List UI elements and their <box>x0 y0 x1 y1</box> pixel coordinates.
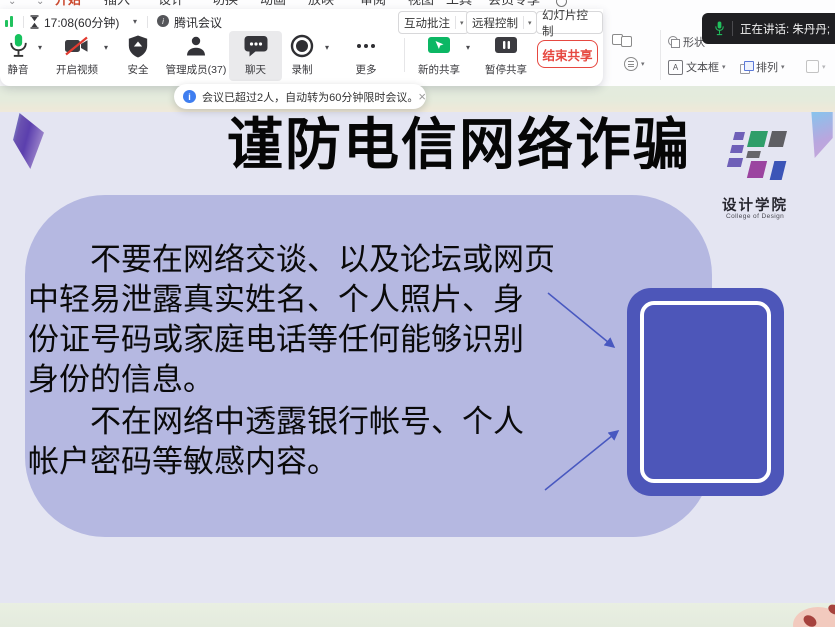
logo-text-cn: 设计学院 <box>722 194 788 215</box>
network-signal-icon <box>5 16 13 27</box>
slide-layout-button[interactable]: ▾ <box>806 60 826 73</box>
tab-insert[interactable]: 插入 <box>104 0 130 9</box>
chevron-down-icon[interactable]: ⌄ <box>8 0 16 9</box>
toolbar-divider <box>404 38 405 72</box>
screen: ⌄ ⌄ 开始 插入 设计 切换 动画 放映 审阅 视图 工具 会员专享 ▾ 形状 <box>0 0 835 627</box>
app-name: 腾讯会议 <box>174 14 222 31</box>
chevron-down-icon: ▾ <box>822 63 826 71</box>
body-paragraph-1: 不要在网络交谈、以及论坛或网页 中轻易泄露真实姓名、个人照片、身 份证号码或家庭… <box>28 240 608 400</box>
new-share-button[interactable]: 新的共享 <box>415 31 463 77</box>
toast-text: 会议已超过2人，自动转为60分钟限时会议。 <box>202 89 418 105</box>
chevron-down-icon[interactable]: ▾ <box>133 18 137 26</box>
chevron-down-icon[interactable]: ▾ <box>524 19 536 27</box>
shield-icon <box>127 31 149 61</box>
tab-animation[interactable]: 动画 <box>260 0 286 9</box>
textbox-icon: A <box>668 60 683 75</box>
hourglass-icon <box>29 15 40 29</box>
record-button[interactable]: 录制 <box>282 31 322 77</box>
chevron-down-icon[interactable]: ⌄ <box>36 0 44 9</box>
tab-slideshow[interactable]: 放映 <box>308 0 334 9</box>
record-icon <box>290 31 314 61</box>
person-icon <box>184 31 208 61</box>
close-icon[interactable]: × <box>418 90 426 103</box>
desktop-bottom-strip <box>0 603 835 627</box>
tab-view[interactable]: 视图 <box>408 0 434 9</box>
chevron-down-icon: ▾ <box>641 60 645 68</box>
end-share-button[interactable]: 结束共享 <box>537 40 598 68</box>
slide-control-button[interactable]: 幻灯片控制 <box>536 11 603 34</box>
chevron-down-icon: ▾ <box>722 63 726 71</box>
speaking-indicator: 正在讲话: 朱丹丹; <box>702 13 835 44</box>
body-paragraph-2: 不在网络中透露银行帐号、个人 帐户密码等敏感内容。 <box>28 402 608 482</box>
more-dots-icon <box>357 31 375 61</box>
placeholder-frame-border <box>640 301 771 483</box>
microphone-icon <box>713 21 726 37</box>
chevron-down-icon[interactable]: ▾ <box>325 43 329 52</box>
ribbon-divider <box>660 30 661 80</box>
chat-button[interactable]: 聊天 <box>229 31 282 77</box>
speaking-text: 正在讲话: 朱丹丹; <box>740 21 830 37</box>
paste-icon[interactable] <box>612 32 632 47</box>
layout-icon <box>806 60 819 73</box>
camera-off-icon <box>64 31 90 61</box>
share-screen-icon <box>426 31 452 61</box>
tab-member[interactable]: 会员专享 <box>488 0 540 9</box>
pause-icon <box>493 31 519 61</box>
tab-transition[interactable]: 切换 <box>212 0 238 9</box>
start-video-button[interactable]: 开启视频 <box>53 31 101 77</box>
security-button[interactable]: 安全 <box>118 31 158 77</box>
chevron-down-icon[interactable]: ▾ <box>38 43 42 52</box>
slide-title: 谨防电信网络诈骗 <box>227 115 691 175</box>
meeting-toast: i 会议已超过2人，自动转为60分钟限时会议。 × <box>174 84 426 109</box>
align-icon[interactable]: ▾ <box>624 57 645 71</box>
mute-button[interactable]: 静音 <box>2 31 34 77</box>
microphone-icon <box>6 31 31 61</box>
arrange-icon <box>740 61 753 73</box>
chevron-down-icon[interactable]: ▾ <box>466 43 470 52</box>
decorative-triangle-left <box>8 113 44 169</box>
shapes-icon <box>668 36 680 48</box>
tab-review[interactable]: 审阅 <box>360 0 386 9</box>
chevron-down-icon: ▾ <box>781 63 785 71</box>
chevron-down-icon[interactable]: ▾ <box>104 43 108 52</box>
meeting-toolbar: 17:08(60分钟) ▾ i 腾讯会议 互动批注▾ 远程控制▾ 幻灯片控制 静… <box>0 9 603 86</box>
arrange-button[interactable]: 排列 ▾ <box>740 59 785 75</box>
textbox-label: 文本框 <box>686 59 719 75</box>
tab-tools[interactable]: 工具 <box>446 0 472 9</box>
shared-slide: 谨防电信网络诈骗 设计学院 College of Design 不要在网络交谈、… <box>0 112 835 603</box>
chat-bubble-icon <box>243 31 269 61</box>
textbox-button[interactable]: A 文本框 ▾ <box>668 59 726 75</box>
shapes-button[interactable]: 形状 <box>668 34 705 50</box>
arrange-label: 排列 <box>756 59 778 75</box>
decorative-triangle-right <box>806 112 835 160</box>
info-icon: i <box>157 15 169 27</box>
ppt-ribbon-tabs: ⌄ ⌄ 开始 插入 设计 切换 动画 放映 审阅 视图 工具 会员专享 <box>0 0 600 9</box>
meeting-timer: 17:08(60分钟) <box>44 14 119 31</box>
tab-design[interactable]: 设计 <box>158 0 184 9</box>
wallpaper-pig-image <box>793 607 835 627</box>
logo-text-en: College of Design <box>726 213 784 220</box>
tab-home[interactable]: 开始 <box>55 0 81 9</box>
manage-members-button[interactable]: 管理成员(37) <box>158 31 234 77</box>
pause-share-button[interactable]: 暂停共享 <box>482 31 530 77</box>
placeholder-frame <box>627 288 784 496</box>
pointer-arrows <box>540 285 635 500</box>
more-button[interactable]: 更多 <box>344 31 388 77</box>
info-icon: i <box>183 90 196 103</box>
